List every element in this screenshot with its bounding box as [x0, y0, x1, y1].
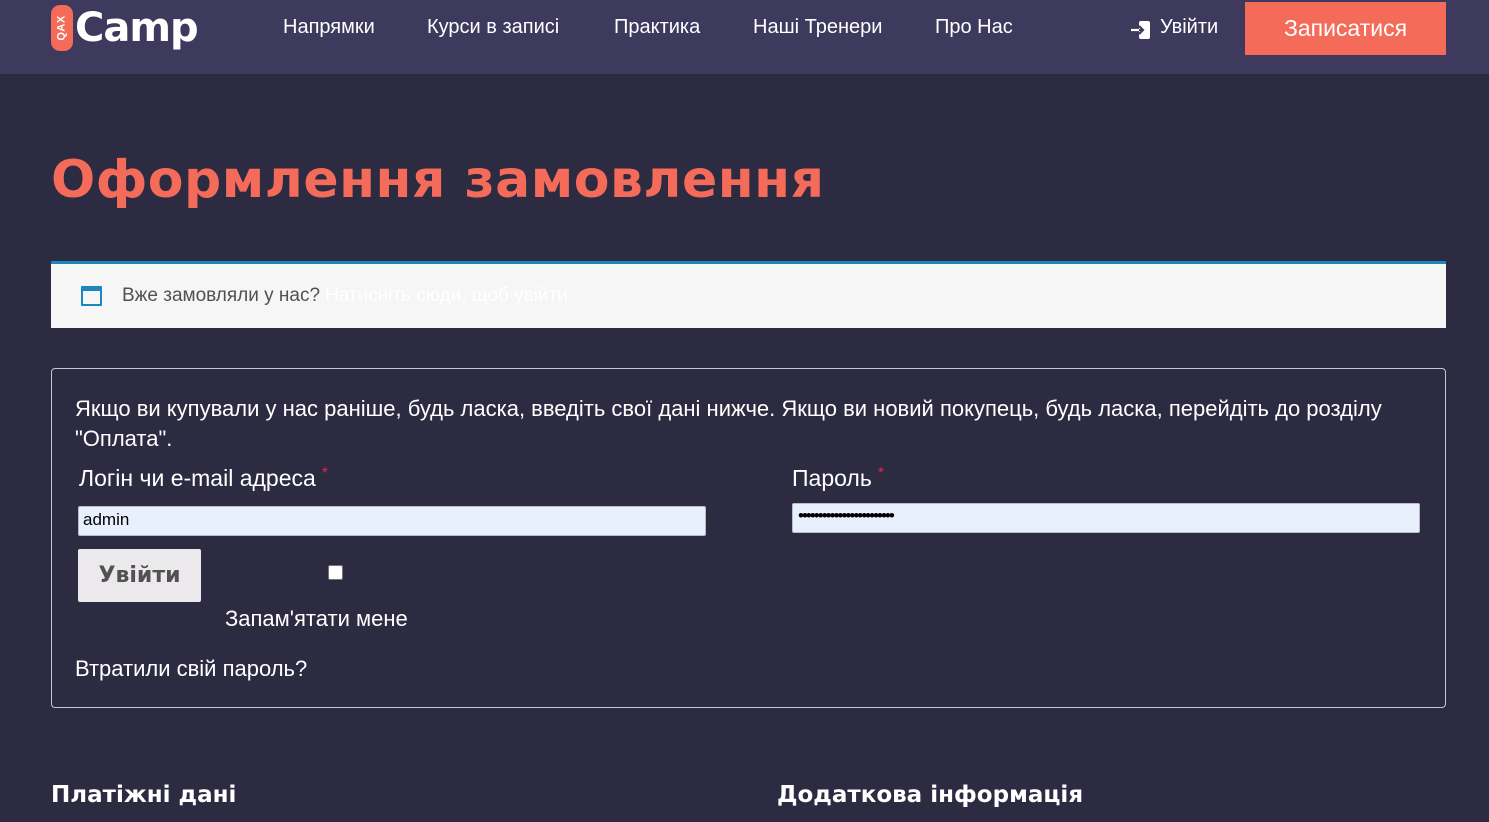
header-login-link[interactable]: Увійти — [1130, 16, 1218, 39]
logo-text: Camp — [75, 5, 199, 51]
nav-item-directions[interactable]: Напрямки — [283, 16, 375, 39]
remember-me-label[interactable]: Запам'ятати мене — [225, 606, 408, 632]
login-submit-button[interactable]: Увійти — [78, 549, 201, 602]
site-header: QAX Camp Напрямки Курси в записі Практик… — [0, 0, 1489, 74]
logo[interactable]: QAX Camp — [51, 5, 199, 51]
page-title: Оформлення замовлення — [51, 150, 825, 210]
password-required-mark: * — [877, 465, 885, 482]
username-input[interactable]: admin — [78, 506, 706, 536]
window-icon — [81, 286, 102, 306]
nav-item-about[interactable]: Про Нас — [935, 16, 1013, 39]
username-label: Логін чи e-mail адреса * — [79, 465, 328, 492]
billing-heading: Платіжні дані — [51, 782, 237, 808]
login-icon — [1130, 19, 1150, 39]
username-value: admin — [83, 510, 130, 529]
lost-password-link[interactable]: Втратили свій пароль? — [75, 656, 307, 682]
password-label-text: Пароль — [792, 465, 872, 491]
nav-item-trainers[interactable]: Наші Тренери — [753, 16, 882, 39]
notice-login-link[interactable]: Натисніть сюди, щоб увійти — [325, 285, 568, 307]
logo-badge: QAX — [51, 5, 73, 51]
password-label: Пароль * — [792, 465, 884, 492]
nav-item-practice[interactable]: Практика — [614, 16, 700, 39]
returning-customer-notice: Вже замовляли у нас? Натисніть сюди, щоб… — [51, 261, 1446, 328]
login-form: Якщо ви купували у нас раніше, будь ласк… — [51, 368, 1446, 708]
notice-text: Вже замовляли у нас? — [122, 285, 321, 306]
additional-info-heading: Додаткова інформація — [777, 782, 1084, 808]
header-login-label: Увійти — [1160, 16, 1219, 38]
logo-badge-text: QAX — [56, 15, 68, 41]
nav-item-recorded-courses[interactable]: Курси в записі — [427, 16, 559, 39]
signup-button[interactable]: Записатися — [1245, 2, 1446, 55]
remember-me-checkbox[interactable] — [328, 565, 343, 580]
password-input[interactable]: •••••••••••••••••••••••• — [792, 503, 1420, 533]
password-value: •••••••••••••••••••••••• — [798, 506, 895, 525]
login-intro-text: Якщо ви купували у нас раніше, будь ласк… — [75, 396, 1382, 451]
username-required-mark: * — [321, 465, 329, 482]
username-label-text: Логін чи e-mail адреса — [79, 465, 316, 491]
